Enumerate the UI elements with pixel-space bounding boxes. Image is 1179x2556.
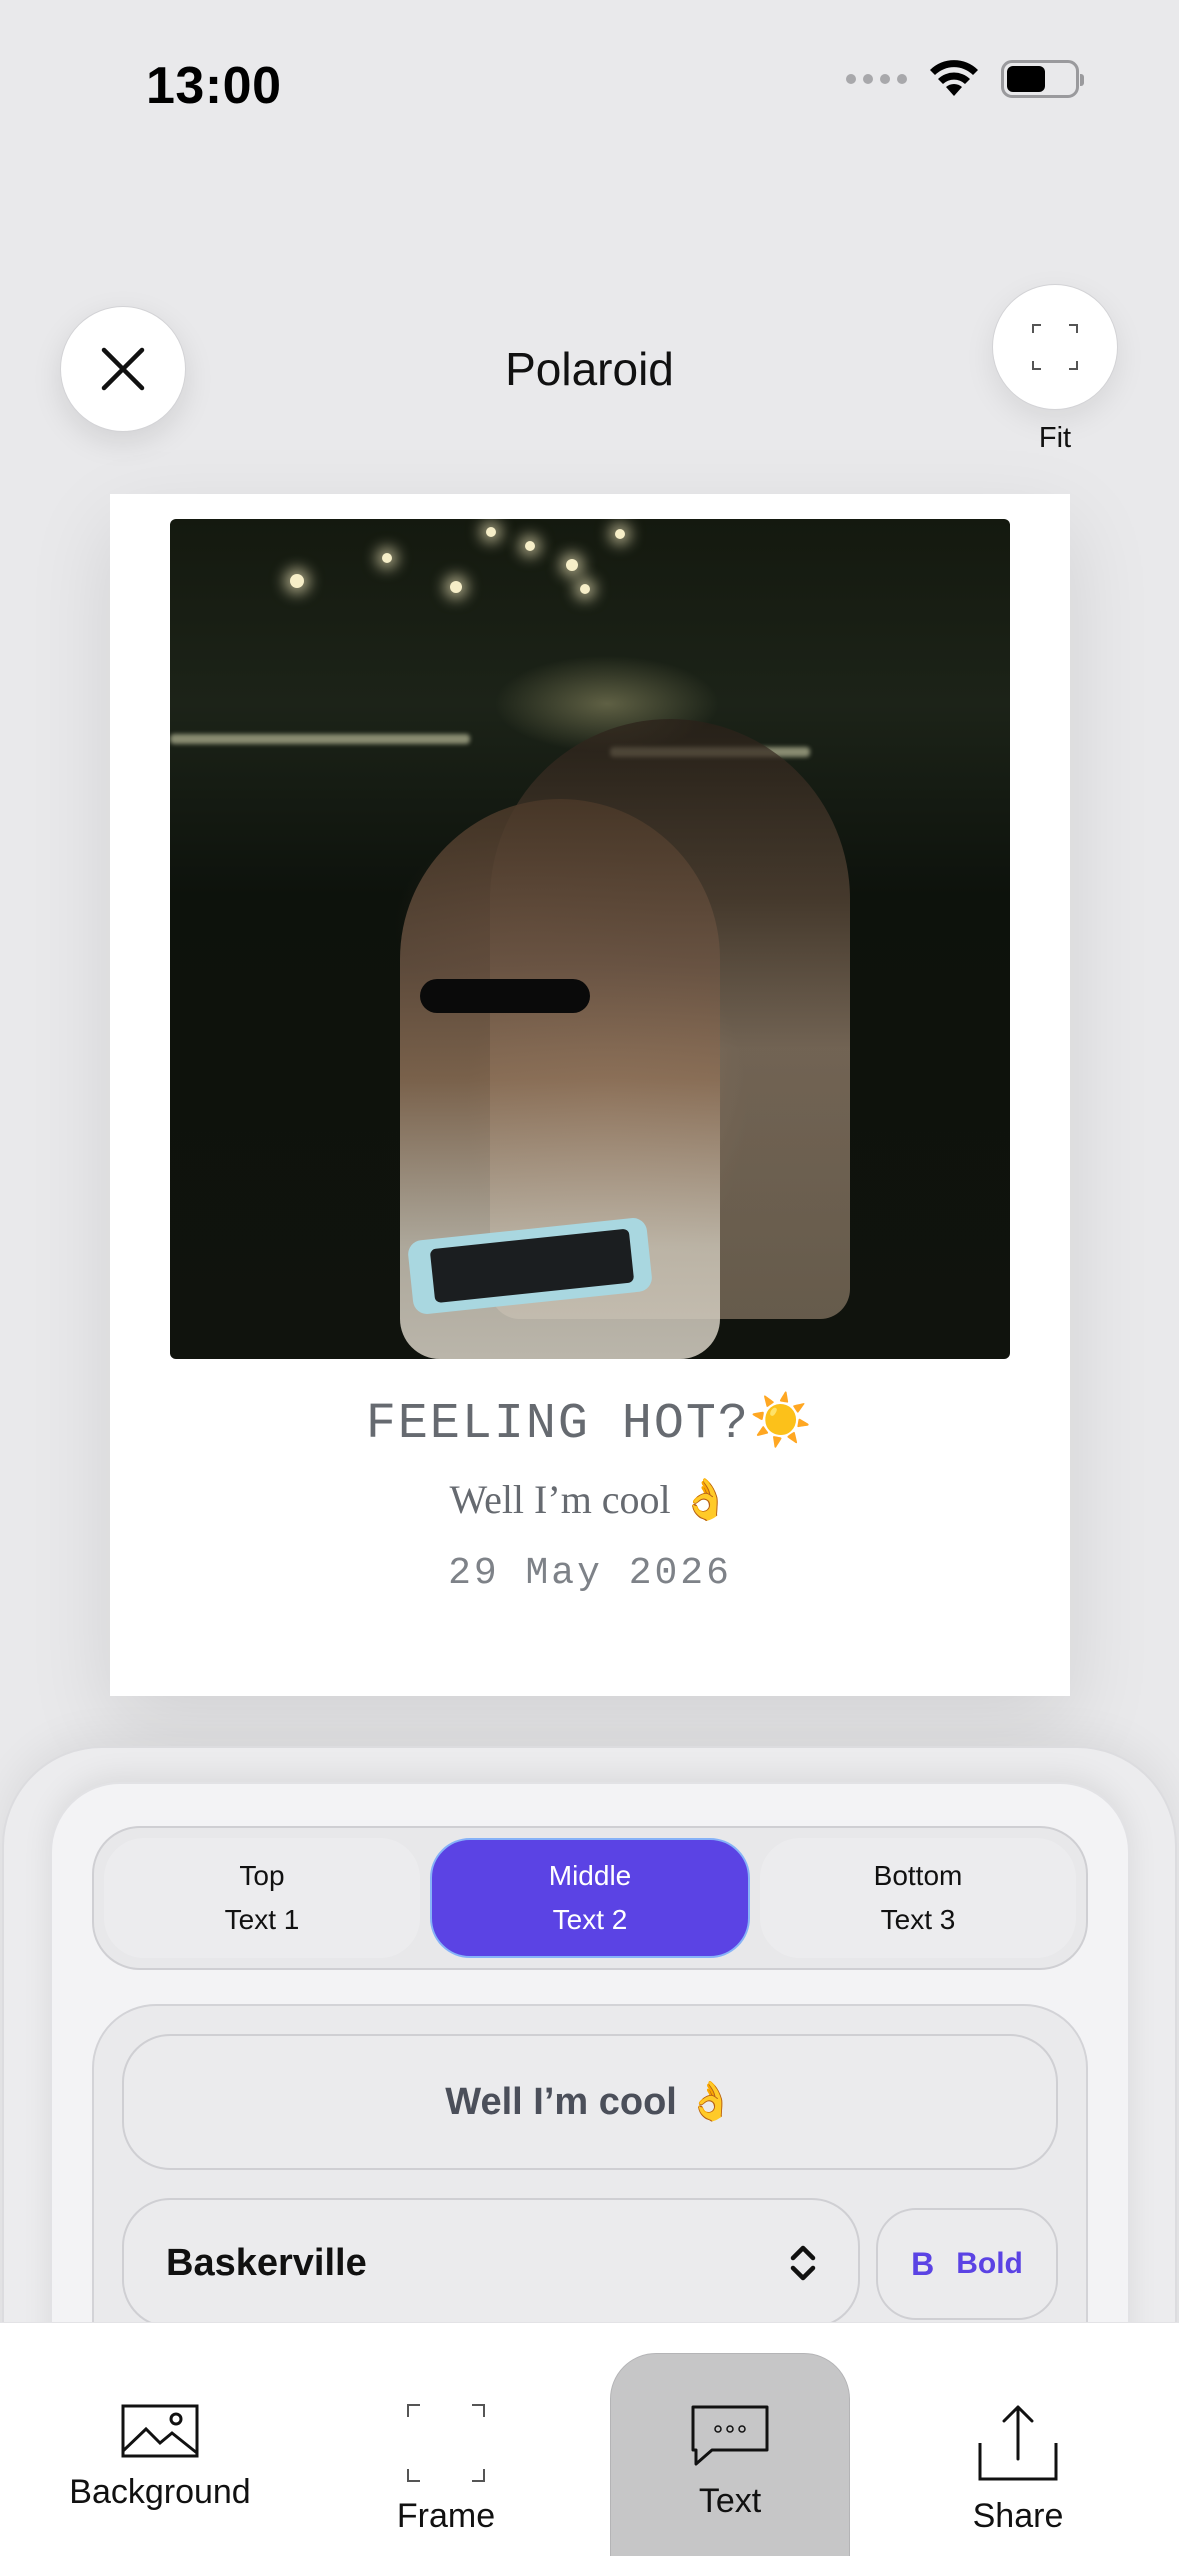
image-icon [121, 2404, 199, 2458]
chevron-up-down-icon [790, 2245, 816, 2281]
tab-text[interactable]: Text [610, 2353, 850, 2556]
polaroid-bottom-text: 29 May 2026 [448, 1552, 732, 1595]
bold-icon: B [911, 2245, 935, 2282]
bold-label: Bold [956, 2247, 1023, 2280]
tab-frame[interactable]: Frame [326, 2353, 566, 2556]
fit-icon [1032, 324, 1078, 370]
polaroid-preview: FEELING HOT?☀️ Well I’m cool 👌 29 May 20… [110, 494, 1070, 1696]
caption-text-input[interactable]: Well I’m cool 👌 [122, 2034, 1058, 2170]
tab-background[interactable]: Background [40, 2353, 280, 2556]
cellular-signal-icon [846, 74, 907, 84]
font-picker[interactable]: Baskerville [122, 2198, 860, 2328]
segment-label: Text 3 [880, 1904, 956, 1935]
bold-toggle-button[interactable]: B Bold [876, 2208, 1058, 2320]
polaroid-middle-text: Well I’m cool 👌 [449, 1477, 731, 1522]
segment-bottom-text[interactable]: Bottom Text 3 [760, 1838, 1076, 1958]
frame-icon [407, 2404, 485, 2482]
status-time: 13:00 [146, 57, 282, 115]
segment-label: Text 2 [552, 1904, 628, 1935]
polaroid-top-text: FEELING HOT?☀️ [365, 1396, 815, 1453]
segment-label: Text 1 [224, 1904, 300, 1935]
tab-label: Share [972, 2497, 1064, 2535]
segment-position: Top [239, 1860, 285, 1891]
tab-label: Background [69, 2473, 251, 2511]
segment-top-text[interactable]: Top Text 1 [104, 1838, 420, 1958]
status-indicators [846, 60, 1084, 98]
fit-button[interactable] [992, 284, 1118, 410]
text-slot-selector: Top Text 1 Middle Text 2 Bottom Text 3 [92, 1826, 1088, 1970]
wifi-icon [930, 60, 978, 96]
tab-share[interactable]: Share [898, 2353, 1138, 2556]
segment-position: Middle [548, 1860, 632, 1891]
tab-label: Text [698, 2482, 762, 2520]
tab-label: Frame [396, 2497, 496, 2535]
photo[interactable] [170, 519, 1010, 1359]
text-bubble-icon [691, 2405, 769, 2466]
bottom-tab-bar: Background Frame Text Share [0, 2322, 1179, 2556]
segment-middle-text[interactable]: Middle Text 2 [430, 1838, 750, 1958]
segment-position: Bottom [873, 1860, 963, 1891]
font-picker-value: Baskerville [166, 2241, 367, 2284]
battery-icon [1001, 60, 1084, 98]
fit-label: Fit [1038, 422, 1072, 454]
share-icon [978, 2405, 1058, 2481]
